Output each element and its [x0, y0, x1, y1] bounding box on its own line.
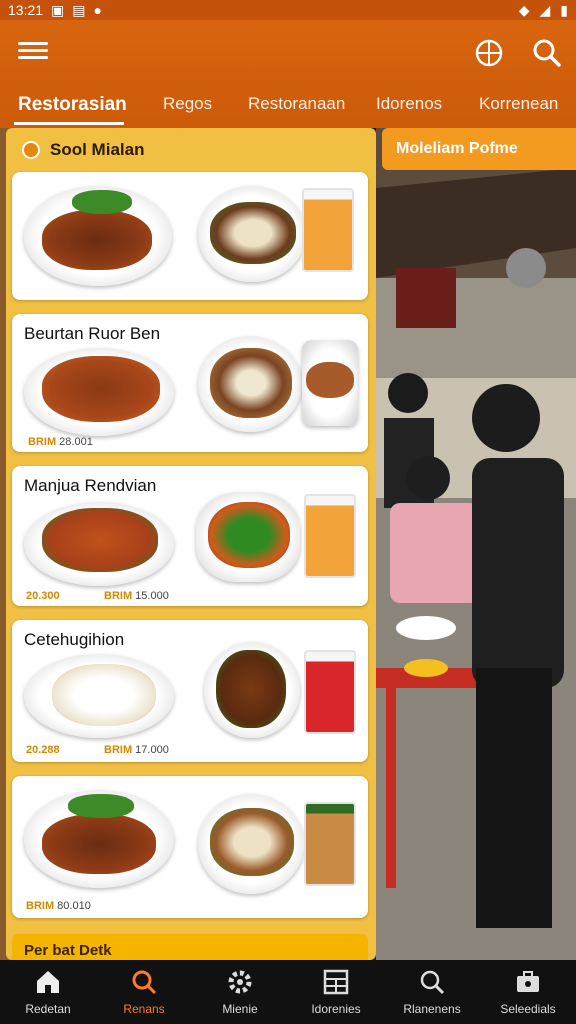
menu-card[interactable]: Manjua Rendvian 20.300 BRIM 15.000 — [12, 466, 368, 606]
gear-icon — [228, 970, 252, 994]
nav-label: Redetan — [25, 1002, 71, 1016]
search-icon — [420, 970, 445, 995]
search-icon — [132, 970, 157, 995]
nav-item-home[interactable]: Redetan — [0, 960, 96, 1024]
menu-panel-header[interactable]: Sool Mialan — [10, 132, 372, 168]
category-dot-icon — [22, 141, 40, 159]
stew-dish-image — [42, 508, 158, 572]
notification-icon: ▣ — [51, 1, 65, 18]
sambal-image — [306, 362, 354, 398]
herb-garnish-image — [72, 190, 132, 214]
app-icon: ▤ — [72, 1, 86, 18]
status-bar: 13:21 ▣ ▤ ● ◆ ◢ ▮ — [0, 0, 576, 20]
tab-bar: Restorasian Regos Restoranaan Idorenos K… — [0, 86, 576, 126]
rice-dish-image — [210, 202, 296, 264]
active-tab-indicator — [14, 122, 124, 125]
signal-icon: ◢ — [539, 1, 551, 18]
nav-label: Idorenies — [311, 1002, 361, 1016]
search-icon[interactable] — [532, 38, 562, 68]
price-label: 20.300 — [26, 590, 60, 602]
price-label: BRIM 15.000 — [104, 590, 169, 602]
nav-item-idorenies[interactable]: Idorenies — [288, 960, 384, 1024]
menu-panel-title: Sool Mialan — [50, 140, 145, 159]
price-label: BRIM 80.010 — [26, 900, 91, 912]
rice-plate-image — [52, 664, 156, 726]
tab-korrenean[interactable]: Korrenean — [479, 94, 558, 114]
menu-card[interactable]: BRIM 80.010 — [12, 776, 368, 918]
time: 13:21 — [8, 2, 44, 18]
dish-title: Cetehugihion — [24, 630, 125, 649]
promo-tab[interactable]: Moleliam Pofme — [382, 128, 576, 170]
restaurant-photo — [376, 128, 576, 960]
menu-card[interactable] — [12, 172, 368, 300]
drink-glass-image — [304, 650, 356, 734]
rice-dish-image — [210, 348, 292, 418]
home-icon — [37, 971, 59, 993]
nav-item-renans[interactable]: Renans — [96, 960, 192, 1024]
hamburger-menu-icon[interactable] — [18, 38, 48, 68]
wifi-icon: ◆ — [518, 1, 530, 18]
drink-glass-image — [304, 494, 356, 578]
section-strip[interactable]: Per bat Detk — [12, 934, 368, 960]
dish-title: Manjua Rendvian — [24, 476, 157, 495]
tab-regos[interactable]: Regos — [163, 94, 212, 114]
nav-label: Rlanenens — [403, 1002, 461, 1016]
grid-icon — [323, 969, 349, 995]
chat-icon: ● — [93, 2, 102, 18]
tab-idorenos[interactable]: Idorenos — [376, 94, 442, 114]
bottom-nav: Redetan Renans Mienie Idorenies Rlanenen… — [0, 960, 576, 1024]
price-label: 20.288 — [26, 744, 60, 756]
grilled-meat-image — [42, 210, 152, 270]
price-label: BRIM 28.001 — [28, 436, 93, 448]
dish-title: Beurtan Ruor Ben — [24, 324, 161, 343]
battery-icon: ▮ — [560, 1, 568, 18]
nav-item-mienie[interactable]: Mienie — [192, 960, 288, 1024]
vegetable-dish-image — [208, 502, 290, 568]
briefcase-icon — [517, 971, 539, 992]
menu-card[interactable]: Cetehugihion 20.288 BRIM 17.000 — [12, 620, 368, 762]
herb-garnish-image — [68, 794, 134, 818]
tab-restorasian[interactable]: Restorasian — [18, 94, 127, 116]
app-bar: Restorasian Regos Restoranaan Idorenos K… — [0, 20, 576, 128]
drink-glass-image — [302, 188, 354, 272]
nav-item-seleedials[interactable]: Seleedials — [480, 960, 576, 1024]
nav-label: Renans — [123, 1002, 165, 1016]
price-label: BRIM 17.000 — [104, 744, 169, 756]
globe-icon[interactable] — [474, 38, 504, 68]
nav-label: Seleedials — [500, 1002, 556, 1016]
menu-card[interactable]: Beurtan Ruor Ben BRIM 28.001 — [12, 314, 368, 452]
soup-bowl-image — [304, 802, 356, 886]
tab-restoranaan[interactable]: Restoranaan — [248, 94, 345, 114]
nav-item-rlanenens[interactable]: Rlanenens — [384, 960, 480, 1024]
grilled-meat-image — [42, 814, 156, 874]
grilled-chicken-image — [216, 650, 286, 728]
nav-label: Mienie — [222, 1002, 258, 1016]
fried-chicken-image — [42, 356, 160, 422]
satay-dish-image — [210, 808, 294, 876]
